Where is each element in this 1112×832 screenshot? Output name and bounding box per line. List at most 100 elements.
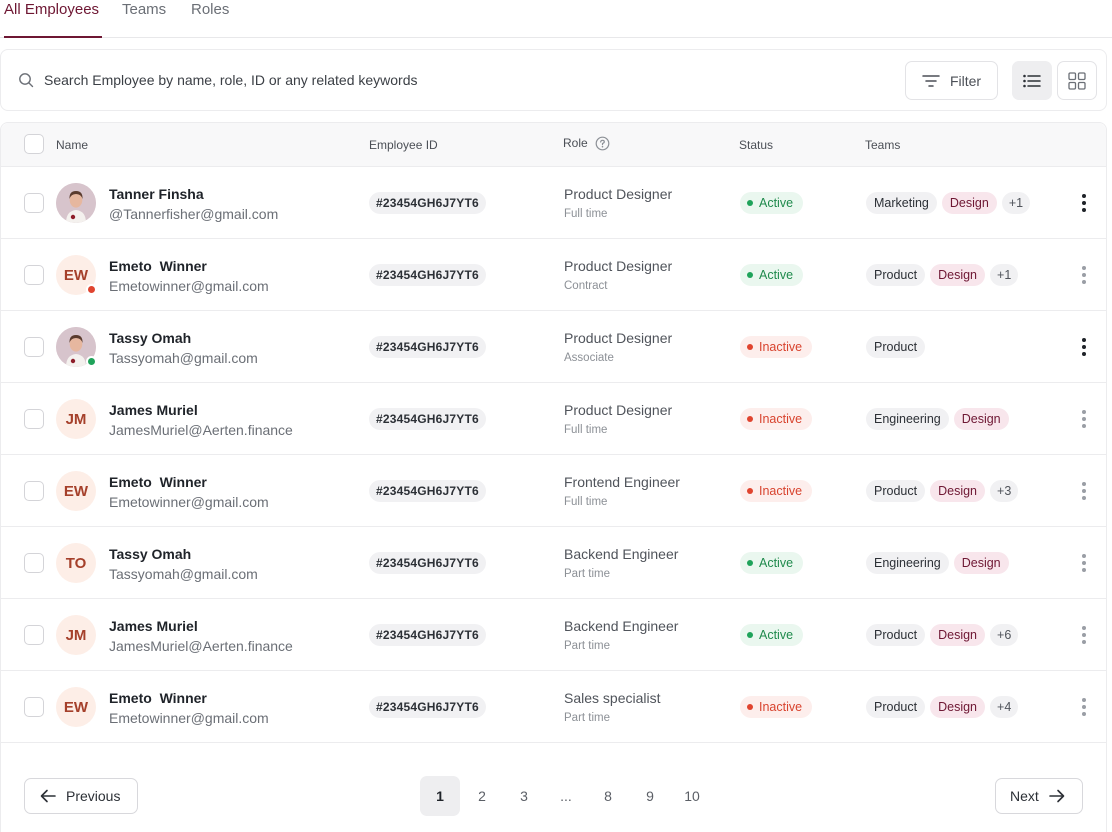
arrow-left-icon <box>40 789 56 803</box>
row-checkbox[interactable] <box>24 697 44 717</box>
status-badge: Inactive <box>740 336 813 358</box>
employee-role: Frontend Engineer <box>564 474 680 490</box>
employment-type: Associate <box>564 352 614 364</box>
next-button[interactable]: Next <box>995 778 1083 814</box>
presence-dot <box>86 356 97 367</box>
page-button[interactable]: 10 <box>672 776 712 816</box>
search-icon <box>19 73 34 88</box>
avatar-initials: EW <box>63 482 89 500</box>
employee-email: JamesMuriel@Aerten.finance <box>109 422 293 438</box>
next-label: Next <box>1010 788 1039 804</box>
grid-icon <box>1068 71 1086 90</box>
team-tag: Product <box>866 264 926 286</box>
avatar: EW <box>56 471 96 511</box>
more-teams-badge[interactable]: +3 <box>990 480 1019 502</box>
employee-name: Tanner Finsha <box>109 186 204 202</box>
more-options-icon[interactable] <box>1076 697 1092 717</box>
tab-all-employees[interactable]: All Employees <box>4 0 102 38</box>
header-name[interactable]: Name <box>56 137 88 153</box>
employee-role: Backend Engineer <box>564 546 679 562</box>
filter-icon <box>922 74 940 87</box>
tab-roles[interactable]: Roles <box>191 0 229 38</box>
status-badge: Inactive <box>740 480 813 502</box>
list-view-button[interactable] <box>1012 61 1052 100</box>
team-tag: Marketing <box>866 192 937 214</box>
team-tags: Engineering Design <box>866 408 1009 430</box>
avatar <box>56 183 96 223</box>
team-tag: Engineering <box>866 552 949 574</box>
page-button[interactable]: 8 <box>588 776 628 816</box>
more-options-icon[interactable] <box>1076 625 1092 645</box>
row-checkbox[interactable] <box>24 265 44 285</box>
help-icon[interactable] <box>595 136 610 151</box>
team-tags: Product Design +1 <box>866 264 1019 286</box>
team-tag: Design <box>930 696 986 718</box>
status-badge: Inactive <box>740 408 813 430</box>
row-checkbox[interactable] <box>24 193 44 213</box>
table-row: JM James Muriel JamesMuriel@Aerten.finance… <box>1 599 1106 671</box>
previous-label: Previous <box>66 788 121 804</box>
search-input[interactable] <box>44 69 644 91</box>
team-tags: Product Design +3 <box>866 480 1019 502</box>
table-header: Name Employee ID Role Status Teams <box>1 123 1106 167</box>
header-role[interactable]: Role <box>563 136 588 150</box>
team-tag: Product <box>866 696 926 718</box>
employee-role: Backend Engineer <box>564 618 679 634</box>
row-checkbox[interactable] <box>24 337 44 357</box>
avatar-initials: EW <box>63 266 89 284</box>
row-checkbox[interactable] <box>24 481 44 501</box>
employment-type: Part time <box>564 640 611 652</box>
table-row: JM James Muriel JamesMuriel@Aerten.finance… <box>1 383 1106 455</box>
more-teams-badge[interactable]: +4 <box>990 696 1019 718</box>
employee-email: Emetowinner@gmail.com <box>109 710 269 726</box>
page-button[interactable]: 9 <box>630 776 670 816</box>
more-options-icon[interactable] <box>1076 337 1092 357</box>
filter-label: Filter <box>949 72 982 89</box>
presence-dot <box>86 284 97 295</box>
employee-name: Emeto Winner <box>109 258 207 274</box>
table-row: TO Tassy Omah Tassyomah@gmail.com #23454GH6… <box>1 527 1106 599</box>
page-button[interactable]: 2 <box>462 776 502 816</box>
more-teams-badge[interactable]: +1 <box>1001 192 1031 214</box>
employment-type: Full time <box>564 496 608 508</box>
employee-email: JamesMuriel@Aerten.finance <box>109 638 293 654</box>
more-options-icon[interactable] <box>1076 265 1092 285</box>
avatar-initials: JM <box>65 410 87 428</box>
table-row: Tanner Finsha @Tannerfisher@gmail.com #234… <box>1 167 1106 239</box>
header-employee-id[interactable]: Employee ID <box>369 137 438 153</box>
more-options-icon[interactable] <box>1076 193 1092 213</box>
avatar-photo-icon <box>56 183 96 223</box>
employee-role: Sales specialist <box>564 690 661 706</box>
employment-type: Contract <box>564 280 608 292</box>
page-button[interactable]: 3 <box>504 776 544 816</box>
header-teams[interactable]: Teams <box>865 137 900 153</box>
previous-button[interactable]: Previous <box>24 778 138 814</box>
grid-view-button[interactable] <box>1057 61 1097 100</box>
more-options-icon[interactable] <box>1076 409 1092 429</box>
avatar: EW <box>56 255 97 295</box>
row-checkbox[interactable] <box>24 553 44 573</box>
more-teams-badge[interactable]: +6 <box>990 624 1019 646</box>
status-badge: Active <box>740 624 804 646</box>
row-checkbox[interactable] <box>24 409 44 429</box>
employee-id-badge: #23454GH6J7YT6 <box>369 408 486 430</box>
team-tags: Engineering Design <box>866 552 1009 574</box>
header-status[interactable]: Status <box>739 137 773 153</box>
filter-button[interactable]: Filter <box>905 61 998 100</box>
page-button[interactable]: 1 <box>420 776 460 816</box>
team-tags: Product Design +6 <box>866 624 1019 646</box>
row-checkbox[interactable] <box>24 625 44 645</box>
employee-name: Tassy Omah <box>109 330 192 346</box>
employee-name: Tassy Omah <box>109 546 192 562</box>
tab-bar: All Employees Teams Roles <box>0 0 1112 38</box>
more-teams-badge[interactable]: +1 <box>990 264 1019 286</box>
avatar: EW <box>56 687 96 727</box>
employee-role: Product Designer <box>564 330 673 346</box>
table-row: EW Emeto Winner Emetowinner@gmail.com #2345… <box>1 671 1106 743</box>
employee-id-badge: #23454GH6J7YT6 <box>369 192 486 214</box>
select-all-checkbox[interactable] <box>24 134 44 154</box>
tab-teams[interactable]: Teams <box>122 0 166 38</box>
status-badge: Active <box>740 192 804 214</box>
more-options-icon[interactable] <box>1076 481 1092 501</box>
more-options-icon[interactable] <box>1076 553 1092 573</box>
